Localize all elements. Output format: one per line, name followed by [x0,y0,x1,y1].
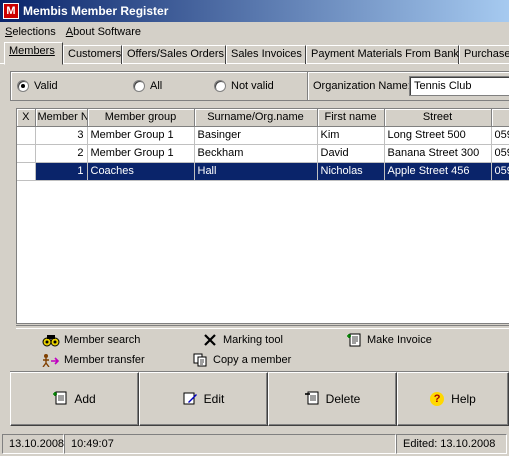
menu-about-software[interactable]: About Software [61,26,146,38]
app-icon[interactable]: M [3,3,19,19]
tab-offers-sales-orders[interactable]: Offers/Sales Orders [122,45,226,64]
status-edited: Edited: 13.10.2008 [396,434,507,454]
copy-member-tool[interactable]: Copy a member [191,353,291,367]
member-no-cell: 2 [35,144,88,163]
tab-purchase[interactable]: Purchase [459,45,509,64]
column-header-extra[interactable] [491,109,509,127]
radio-valid-indicator[interactable] [17,80,29,92]
extra-cell: 059 [491,126,509,145]
delete-button[interactable]: Delete [268,372,397,426]
members-table: X Member No Member group Surname/Org.nam… [17,109,509,181]
extra-cell: 059 [491,144,509,163]
edit-pencil-icon [183,391,197,408]
first-name-cell: Kim [317,126,385,145]
copy-icon [191,353,209,367]
add-document-icon [53,391,67,408]
filter-separator [307,72,309,100]
menu-selections[interactable]: Selections [0,26,61,38]
row-mark-cell[interactable] [17,126,36,145]
column-header-street[interactable]: Street [384,109,492,127]
surname-cell: Hall [194,162,318,181]
column-header-first-name[interactable]: First name [317,109,385,127]
street-cell: Long Street 500 [384,126,492,145]
table-header-row: X Member No Member group Surname/Org.nam… [17,109,509,127]
edit-button[interactable]: Edit [139,372,268,426]
binoculars-icon [42,333,60,347]
radio-all[interactable]: All [133,80,162,92]
column-header-mark[interactable]: X [17,109,36,127]
grid-divider [16,325,509,329]
column-header-surname[interactable]: Surname/Org.name [194,109,318,127]
row-mark-cell[interactable] [17,144,36,163]
member-group-cell: Coaches [87,162,195,181]
person-transfer-icon [42,353,60,367]
member-group-cell: Member Group 1 [87,144,195,163]
tab-payment-materials[interactable]: Payment Materials From Bank [306,45,459,64]
members-grid: X Member No Member group Surname/Org.nam… [16,108,509,324]
member-search-tool[interactable]: Member search [42,333,140,347]
invoice-icon [345,333,363,347]
help-button[interactable]: ? Help [397,372,509,426]
tab-members[interactable]: Members [4,42,63,65]
title-bar: M Membis Member Register [0,0,509,22]
status-bar: 13.10.2008 10:49:07 Edited: 13.10.2008 [0,432,509,456]
delete-document-icon [304,391,319,408]
surname-cell: Beckham [194,144,318,163]
action-button-bar: Add Edit Delete ? Help [10,371,509,426]
extra-cell: 059 [491,162,509,181]
organization-name-field[interactable]: Tennis Club [409,76,509,96]
table-row[interactable]: 2 Member Group 1 Beckham David Banana St… [17,144,509,163]
menu-bar: Selections About Software [0,22,509,41]
member-no-cell: 1 [35,162,88,181]
surname-cell: Basinger [194,126,318,145]
first-name-cell: David [317,144,385,163]
status-time: 10:49:07 [64,434,396,454]
radio-all-indicator[interactable] [133,80,145,92]
radio-not-valid[interactable]: Not valid [214,80,274,92]
member-transfer-tool[interactable]: Member transfer [42,353,145,367]
table-row-selected[interactable]: 1 Coaches Hall Nicholas Apple Street 456… [17,162,509,181]
radio-not-valid-indicator[interactable] [214,80,226,92]
table-row[interactable]: 3 Member Group 1 Basinger Kim Long Stree… [17,126,509,145]
window-title: Membis Member Register [23,4,169,18]
member-group-cell: Member Group 1 [87,126,195,145]
radio-valid[interactable]: Valid [17,80,58,92]
street-cell: Banana Street 300 [384,144,492,163]
first-name-cell: Nicholas [317,162,385,181]
marking-tool[interactable]: Marking tool [201,333,283,347]
column-header-member-group[interactable]: Member group [87,109,195,127]
street-cell: Apple Street 456 [384,162,492,181]
row-mark-cell[interactable] [17,162,36,181]
help-question-icon: ? [430,392,445,406]
column-header-member-no[interactable]: Member No [35,109,88,127]
cross-mark-icon [201,333,219,347]
organization-name-label: Organization Name: [313,80,411,92]
member-no-cell: 3 [35,126,88,145]
tab-customers[interactable]: Customers [63,45,122,64]
tab-sales-invoices[interactable]: Sales Invoices [226,45,306,64]
make-invoice-tool[interactable]: Make Invoice [345,333,432,347]
add-button[interactable]: Add [10,372,139,426]
filter-bar: Valid All Not valid Organization Name: T… [10,71,509,101]
status-date: 13.10.2008 [2,434,64,454]
tab-strip: Members Customers Offers/Sales Orders Sa… [0,42,509,65]
